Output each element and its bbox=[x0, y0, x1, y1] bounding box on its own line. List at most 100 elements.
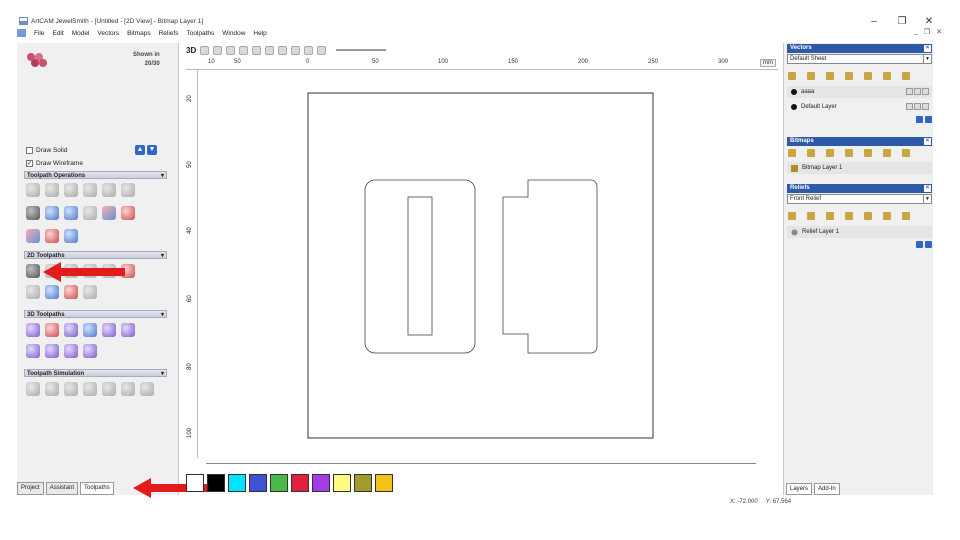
toolpath-3d-icon[interactable] bbox=[83, 323, 97, 337]
simulation-icon[interactable] bbox=[83, 382, 97, 396]
vector-layer-default[interactable]: Default Layer bbox=[787, 101, 932, 113]
draw-wireframe-checkbox[interactable]: ✓ Draw Wireframe bbox=[26, 160, 83, 167]
mdi-close-button[interactable]: ✕ bbox=[936, 28, 942, 36]
bitmap-layer-1[interactable]: Bitmap Layer 1 bbox=[787, 162, 932, 174]
layer-tool-icon[interactable] bbox=[902, 212, 910, 220]
layer-tool-icon[interactable] bbox=[864, 212, 872, 220]
checkbox-box-checked[interactable]: ✓ bbox=[26, 160, 33, 167]
menu-vectors[interactable]: Vectors bbox=[97, 30, 119, 37]
mdi-minimize-button[interactable]: _ bbox=[914, 28, 918, 36]
tab-assistant[interactable]: Assistant bbox=[45, 482, 79, 495]
scroll-track[interactable] bbox=[206, 463, 756, 464]
visibility-icon[interactable] bbox=[922, 103, 929, 110]
menu-reliefs[interactable]: Reliefs bbox=[159, 30, 179, 37]
pan-icon[interactable] bbox=[291, 45, 301, 55]
operation-icon[interactable] bbox=[64, 183, 78, 197]
colour-swatch[interactable] bbox=[291, 474, 309, 492]
zoom-fit-icon[interactable] bbox=[239, 45, 249, 55]
layer-tool-icon[interactable] bbox=[883, 72, 891, 80]
menu-edit[interactable]: Edit bbox=[52, 30, 63, 37]
sheet-dropdown[interactable]: Default Sheet ▼ bbox=[787, 54, 932, 64]
toolpath-icon[interactable] bbox=[64, 285, 78, 299]
layer-tool-icon[interactable] bbox=[826, 149, 834, 157]
toolpath-3d-icon[interactable] bbox=[45, 344, 59, 358]
layer-tool-icon[interactable] bbox=[807, 149, 815, 157]
toolpath-icon[interactable] bbox=[26, 285, 40, 299]
relief-dropdown[interactable]: Front Relief ▼ bbox=[787, 194, 932, 204]
operation-icon[interactable] bbox=[83, 206, 97, 220]
colour-swatch[interactable] bbox=[354, 474, 372, 492]
layer-tool-icon[interactable] bbox=[807, 72, 815, 80]
toolpath-3d-icon[interactable] bbox=[64, 323, 78, 337]
toolpath-icon[interactable] bbox=[83, 285, 97, 299]
operation-icon[interactable] bbox=[121, 206, 135, 220]
tab-add-in[interactable]: Add-In bbox=[814, 483, 840, 495]
close-icon[interactable]: × bbox=[924, 45, 931, 52]
close-icon[interactable]: × bbox=[924, 185, 931, 192]
operation-icon[interactable] bbox=[121, 183, 135, 197]
colour-swatch[interactable] bbox=[207, 474, 225, 492]
profile-machining-icon[interactable] bbox=[26, 264, 40, 278]
toolpath-3d-icon[interactable] bbox=[64, 344, 78, 358]
menu-toolpaths[interactable]: Toolpaths bbox=[186, 30, 214, 37]
grid-icon[interactable] bbox=[317, 45, 327, 55]
chevron-down-icon[interactable]: ▼ bbox=[923, 55, 931, 64]
simulation-icon[interactable] bbox=[140, 382, 154, 396]
menu-window[interactable]: Window bbox=[222, 30, 245, 37]
close-icon[interactable]: × bbox=[924, 138, 931, 145]
menu-help[interactable]: Help bbox=[253, 30, 266, 37]
move-up-icon[interactable] bbox=[916, 116, 923, 123]
toolpath-3d-icon[interactable] bbox=[26, 344, 40, 358]
colour-swatch[interactable] bbox=[249, 474, 267, 492]
collapse-icon[interactable]: ▾ bbox=[161, 252, 164, 260]
layer-tool-icon[interactable] bbox=[883, 212, 891, 220]
3d-toolpaths-header[interactable]: 3D Toolpaths ▾ bbox=[24, 310, 167, 318]
layer-tool-icon[interactable] bbox=[902, 149, 910, 157]
layer-tool-icon[interactable] bbox=[864, 72, 872, 80]
horizontal-scrollbar[interactable] bbox=[186, 458, 778, 466]
colour-swatch[interactable] bbox=[186, 474, 204, 492]
lock-icon[interactable] bbox=[906, 88, 913, 95]
collapse-icon[interactable]: ▾ bbox=[161, 311, 164, 319]
layer-tool-icon[interactable] bbox=[826, 212, 834, 220]
toolpath-operations-header[interactable]: Toolpath Operations ▾ bbox=[24, 171, 167, 179]
operation-icon[interactable] bbox=[102, 183, 116, 197]
design-canvas[interactable] bbox=[198, 70, 778, 458]
layer-tool-icon[interactable] bbox=[845, 212, 853, 220]
simulation-icon[interactable] bbox=[45, 382, 59, 396]
layer-tool-icon[interactable] bbox=[864, 149, 872, 157]
move-down-icon[interactable] bbox=[925, 116, 932, 123]
tab-project[interactable]: Project bbox=[17, 482, 44, 495]
checkbox-box[interactable] bbox=[26, 147, 33, 154]
zoom-out-icon[interactable] bbox=[226, 45, 236, 55]
layer-tool-icon[interactable] bbox=[845, 149, 853, 157]
operation-icon[interactable] bbox=[45, 183, 59, 197]
edit-icon[interactable] bbox=[914, 88, 921, 95]
toolpath-3d-icon[interactable] bbox=[83, 344, 97, 358]
simulation-icon[interactable] bbox=[64, 382, 78, 396]
colour-swatch[interactable] bbox=[270, 474, 288, 492]
tab-layers[interactable]: Layers bbox=[786, 483, 813, 495]
draw-solid-checkbox[interactable]: Draw Solid bbox=[26, 147, 67, 154]
zoom-slider[interactable] bbox=[336, 49, 387, 51]
minimize-button[interactable]: – bbox=[867, 16, 881, 27]
view-3d-button[interactable]: 3D bbox=[186, 46, 196, 55]
toolpath-icon[interactable] bbox=[45, 285, 59, 299]
lock-icon[interactable] bbox=[906, 103, 913, 110]
simulation-icon[interactable] bbox=[102, 382, 116, 396]
move-up-icon[interactable] bbox=[916, 241, 923, 248]
close-button[interactable]: ✕ bbox=[922, 16, 936, 27]
collapse-icon[interactable]: ▾ bbox=[161, 370, 164, 378]
operation-icon[interactable] bbox=[45, 206, 59, 220]
layer-tool-icon[interactable] bbox=[807, 212, 815, 220]
menu-bitmaps[interactable]: Bitmaps bbox=[127, 30, 150, 37]
menu-file[interactable]: File bbox=[34, 30, 44, 37]
zoom-in-icon[interactable] bbox=[213, 45, 223, 55]
restore-button[interactable]: ❐ bbox=[895, 16, 909, 27]
move-down-icon[interactable] bbox=[925, 241, 932, 248]
move-down-icon[interactable]: ▼ bbox=[147, 145, 157, 155]
layer-tool-icon[interactable] bbox=[883, 149, 891, 157]
zoom-previous-icon[interactable] bbox=[265, 45, 275, 55]
toolpath-3d-icon[interactable] bbox=[102, 323, 116, 337]
2d-toolpaths-header[interactable]: 2D Toolpaths ▾ bbox=[24, 251, 167, 259]
